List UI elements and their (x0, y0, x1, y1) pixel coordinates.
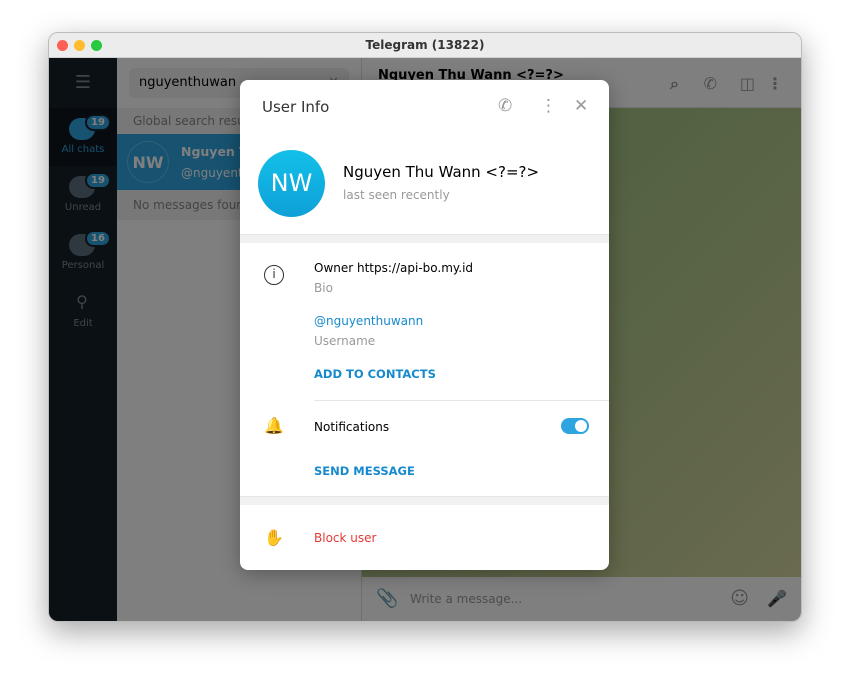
notifications-label: Notifications (314, 420, 390, 434)
dialog-title: User Info (262, 98, 330, 116)
info-icon: i (264, 265, 284, 285)
title-bar: Telegram (13822) (49, 33, 801, 58)
bio-value: Owner https://api-bo.my.id (314, 261, 474, 275)
hand-stop-icon: ✋ (264, 528, 284, 547)
window-title: Telegram (13822) (365, 38, 485, 52)
add-to-contacts-button[interactable]: ADD TO CONTACTS (314, 367, 436, 381)
minimize-window-button[interactable] (74, 40, 85, 51)
notifications-toggle[interactable] (561, 418, 589, 434)
avatar[interactable]: NW (258, 150, 325, 217)
user-info-dialog: User Info ✆ ⋮ ✕ NW Nguyen Thu Wann <?=?>… (240, 80, 609, 570)
call-icon[interactable]: ✆ (498, 96, 512, 116)
divider (314, 400, 609, 401)
user-status: last seen recently (343, 188, 450, 202)
close-window-button[interactable] (57, 40, 68, 51)
divider (240, 496, 609, 505)
username-value[interactable]: @nguyenthuwann (314, 314, 423, 328)
send-message-button[interactable]: SEND MESSAGE (314, 464, 415, 478)
user-name: Nguyen Thu Wann <?=?> (343, 163, 540, 181)
block-user-button[interactable]: Block user (314, 531, 376, 545)
bell-icon: 🔔 (264, 416, 284, 435)
maximize-window-button[interactable] (91, 40, 102, 51)
more-icon[interactable]: ⋮ (540, 96, 557, 116)
divider (240, 234, 609, 243)
bio-label: Bio (314, 281, 333, 295)
username-label: Username (314, 334, 376, 348)
close-icon[interactable]: ✕ (574, 96, 588, 116)
